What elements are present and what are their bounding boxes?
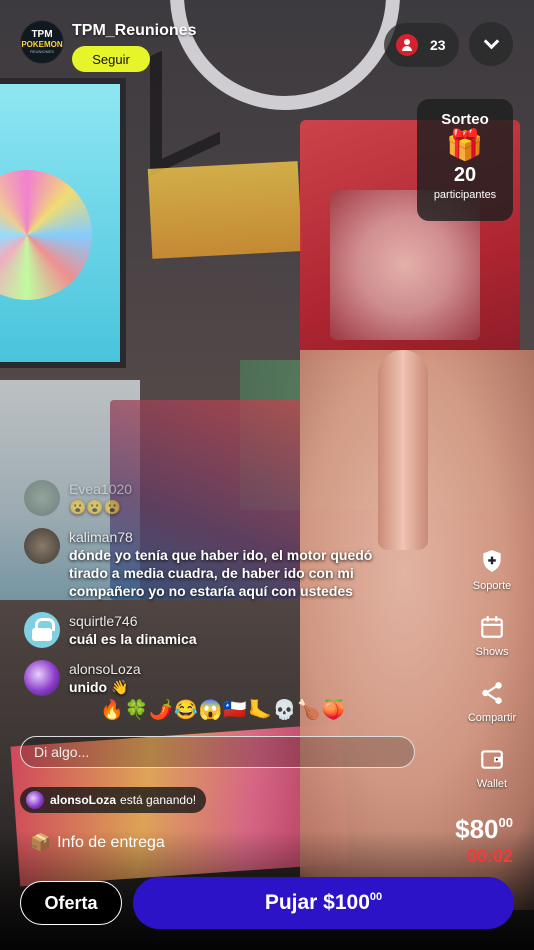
host-name[interactable]: TPM_Reuniones [72,22,196,40]
share-button[interactable]: Compartir [454,680,530,724]
wallet-button[interactable]: Wallet [454,746,530,790]
chat-username[interactable]: Evea1020 [69,480,132,498]
chat-text: dónde yo tenía que haber ido, el motor q… [69,547,373,599]
host-avatar[interactable]: TPM POKEMON REUNIONES [20,20,64,64]
delivery-info-link[interactable]: 📦 Info de entrega [30,833,165,853]
chat-username[interactable]: alonsoLoza [69,660,141,678]
auction-timer: 00:02 [466,846,513,866]
chat-username[interactable]: kaliman78 [69,528,394,546]
share-icon [482,682,502,704]
package-icon: 📦 [30,833,52,852]
chat-username[interactable]: squirtle746 [69,612,197,630]
chat-message: Evea1020 😮😮😮 [24,480,394,516]
host-header: TPM POKEMON REUNIONES TPM_Reuniones Segu… [20,20,196,72]
avatar[interactable] [24,480,60,516]
avatar[interactable] [24,612,60,648]
chat-input[interactable] [20,736,415,768]
bid-button[interactable]: Pujar $10000 [133,877,514,929]
person-icon [396,34,418,56]
chat-message: alonsoLoza unido 👋 [24,660,394,696]
avatar [26,791,44,809]
giveaway-card[interactable]: Sorteo 🎁 20 participantes [417,99,513,221]
winning-bidder-badge: alonsoLoza está ganando! [20,787,207,813]
giveaway-title: Sorteo [441,111,489,128]
chat-message: kaliman78 dónde yo tenía que haber ido, … [24,528,394,600]
chat-text: 😮😮😮 [69,499,122,515]
chat-text: unido 👋 [69,679,129,695]
follow-button[interactable]: Seguir [72,46,150,72]
chat-text: cuál es la dinamica [69,631,197,647]
side-actions: Soporte Shows Compartir Wallet [454,548,530,812]
emoji-reaction-bar[interactable]: 🔥🍀🌶️😂😱🇨🇱🦶💀🍗🍑 [100,698,347,722]
winning-username: alonsoLoza [50,793,117,807]
collapse-button[interactable] [469,22,513,66]
avatar[interactable] [24,528,60,564]
chat-message: squirtle746 cuál es la dinamica [24,612,394,648]
giveaway-participant-count: 20 [453,164,477,186]
gift-icon: 🎁 [446,129,484,162]
offer-button[interactable]: Oferta [20,881,122,925]
viewer-count-badge[interactable]: 23 [384,23,459,67]
viewer-count: 23 [430,37,446,53]
shows-button[interactable]: Shows [454,614,530,658]
giveaway-participants-label: participantes [433,189,497,201]
avatar[interactable] [24,660,60,696]
delivery-info-label: Info de entrega [57,834,165,851]
wallet-icon [481,750,503,769]
chat-feed: Evea1020 😮😮😮 kaliman78 dónde yo tenía qu… [24,480,394,708]
winning-text: está ganando! [120,793,197,807]
shield-plus-icon [483,550,501,572]
current-price: $8000 [455,814,513,844]
chevron-down-icon [483,33,499,50]
calendar-icon [481,616,503,638]
support-button[interactable]: Soporte [454,548,530,592]
